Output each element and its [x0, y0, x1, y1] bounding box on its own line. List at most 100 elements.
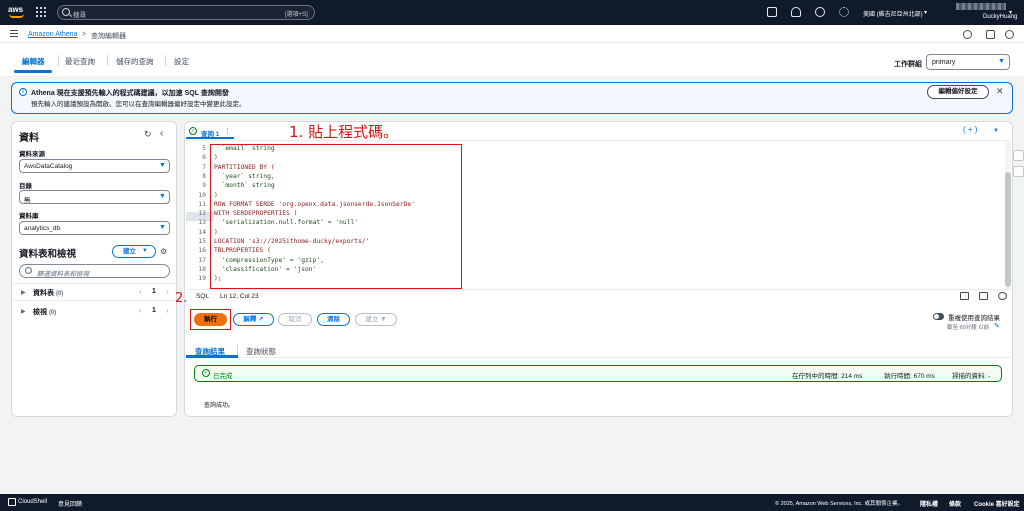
active-tab-indicator [14, 70, 52, 73]
breadcrumb-bar [0, 25, 1024, 43]
collapse-icon[interactable]: ‹ [160, 128, 163, 139]
region-selector[interactable]: 美國 (維吉尼亞州北部) [863, 9, 923, 18]
clear-button[interactable]: 清除 [317, 313, 350, 326]
previous-page-icon[interactable]: ‹ [139, 287, 142, 296]
feedback-link[interactable]: 意見回饋 [58, 499, 82, 508]
line-number: 8 [202, 172, 206, 180]
side-panel-icon[interactable] [1013, 150, 1024, 161]
catalog-value: 無 [24, 197, 31, 204]
annotation-step-2: 2. [175, 291, 188, 306]
tab-recent-queries[interactable]: 最近查詢 [65, 56, 95, 67]
cloudshell-icon[interactable] [767, 7, 777, 17]
caret-down-icon: ▾ [1009, 10, 1013, 16]
next-page-icon[interactable]: › [166, 306, 169, 315]
refresh-icon[interactable]: ↻ [144, 129, 152, 140]
history-icon[interactable] [1005, 30, 1014, 39]
tab-editor[interactable]: 編輯器 [22, 56, 45, 67]
cloudshell-link[interactable]: CloudShell [18, 499, 47, 505]
reuse-results-toggle[interactable] [933, 313, 944, 320]
add-query-button[interactable]: ( + ) [963, 125, 990, 138]
create-query-button[interactable]: 建立 ▼ [355, 313, 397, 326]
tab-settings[interactable]: 設定 [174, 56, 189, 67]
settings-icon[interactable] [998, 292, 1007, 300]
edit-icon[interactable]: ✎ [994, 322, 1000, 330]
table-filter-placeholder: 篩選資料表和檢視 [37, 271, 89, 278]
queue-time: 在佇列中的時間: 214 ms [792, 373, 863, 380]
global-search-input[interactable] [57, 5, 315, 20]
editor-scrollbar-thumb[interactable] [1005, 172, 1011, 287]
aws-logo-text: aws [8, 5, 24, 14]
info-icon[interactable] [963, 30, 972, 39]
aws-logo[interactable]: aws [8, 5, 26, 19]
tab-query-status[interactable]: 查詢狀態 [246, 346, 276, 357]
caret-down-icon[interactable]: ▼ [993, 128, 999, 134]
caret-down-icon: ▼ [998, 58, 1005, 65]
run-button[interactable]: 執行 [194, 313, 227, 326]
check-circle-icon: ✓ [202, 369, 210, 377]
tree-item-label: 資料表 [33, 290, 54, 297]
tree-item-count: (0) [55, 291, 64, 297]
grid-icon[interactable] [36, 7, 46, 17]
help-icon[interactable] [815, 7, 825, 17]
search-shortcut: [選項+S] [285, 12, 308, 18]
bell-icon[interactable] [791, 7, 801, 17]
cloudshell-icon[interactable] [8, 498, 16, 506]
next-page-icon[interactable]: › [166, 287, 169, 296]
terms-link[interactable]: 條款 [949, 499, 961, 508]
data-source-label: 資料來源 [19, 151, 45, 158]
line-number: 11 [198, 200, 206, 208]
cancel-button[interactable]: 取消 [278, 313, 312, 326]
tree-item-label: 檢視 [33, 309, 47, 316]
catalog-label: 目錄 [19, 183, 32, 190]
line-number: 7 [202, 163, 206, 171]
line-number: 10 [198, 191, 206, 199]
previous-page-icon[interactable]: ‹ [139, 306, 142, 315]
tree-item-views[interactable]: 檢視 (0) [33, 307, 56, 317]
gear-icon[interactable] [839, 7, 849, 17]
database-label: 資料庫 [19, 213, 39, 220]
cursor-position: Ln 12, Col 23 [220, 293, 259, 300]
account-id-redacted [956, 3, 1006, 10]
expand-icon[interactable]: ▶ [21, 308, 26, 315]
caret-down-icon: ▼ [142, 248, 148, 254]
edit-preferences-button[interactable]: 編輯偏好設定 [927, 85, 989, 99]
caret-down-icon: ▾ [924, 10, 928, 16]
line-number: 17 [198, 256, 206, 264]
breadcrumb-home-link[interactable]: Amazon Athena [28, 31, 77, 38]
line-number: 6 [202, 154, 206, 162]
reuse-results-age: 截至 60分鐘 以前 [947, 325, 990, 331]
breadcrumb-current: 查詢編輯器 [91, 33, 126, 40]
line-number: 19 [198, 275, 206, 283]
catalog-select[interactable] [19, 190, 170, 204]
format-icon[interactable] [960, 292, 969, 300]
menu-icon[interactable] [10, 30, 18, 37]
close-icon[interactable]: ✕ [996, 86, 1004, 97]
data-scanned: 掃描的資料: - [952, 373, 991, 380]
cookie-preferences-link[interactable]: Cookie 喜好設定 [974, 499, 1020, 508]
expand-icon[interactable]: ▶ [21, 289, 26, 296]
explain-button[interactable]: 解釋 ↗ [233, 313, 274, 326]
data-source-value: AwsDataCatalog [24, 163, 73, 170]
side-panel-icon[interactable] [1013, 166, 1024, 177]
check-circle-icon: ✓ [189, 127, 197, 135]
search-placeholder: 搜尋 [73, 12, 86, 19]
feedback-icon[interactable] [986, 30, 995, 39]
line-number: 13 [198, 219, 206, 227]
execution-time: 執行時間: 670 ms [884, 373, 935, 380]
gear-icon[interactable]: ⚙ [160, 247, 167, 256]
divider [186, 357, 1011, 358]
tab-divider [165, 55, 166, 66]
more-options-icon[interactable]: ⋮ [224, 127, 231, 135]
tree-item-tables[interactable]: 資料表 (0) [33, 288, 63, 298]
user-menu[interactable]: DuckyHuang [983, 14, 1017, 20]
status-completed: 已完成 [213, 373, 233, 380]
keyboard-icon[interactable] [979, 292, 988, 300]
create-button[interactable]: 建立 [112, 245, 156, 258]
tables-views-title: 資料表和檢視 [19, 249, 77, 260]
tab-saved-queries[interactable]: 儲存的查詢 [116, 56, 154, 67]
line-number: 16 [198, 247, 206, 255]
caret-down-icon: ▼ [380, 316, 387, 323]
privacy-link[interactable]: 隱私權 [920, 499, 938, 508]
active-tab-indicator [186, 137, 234, 139]
search-icon [62, 8, 70, 16]
